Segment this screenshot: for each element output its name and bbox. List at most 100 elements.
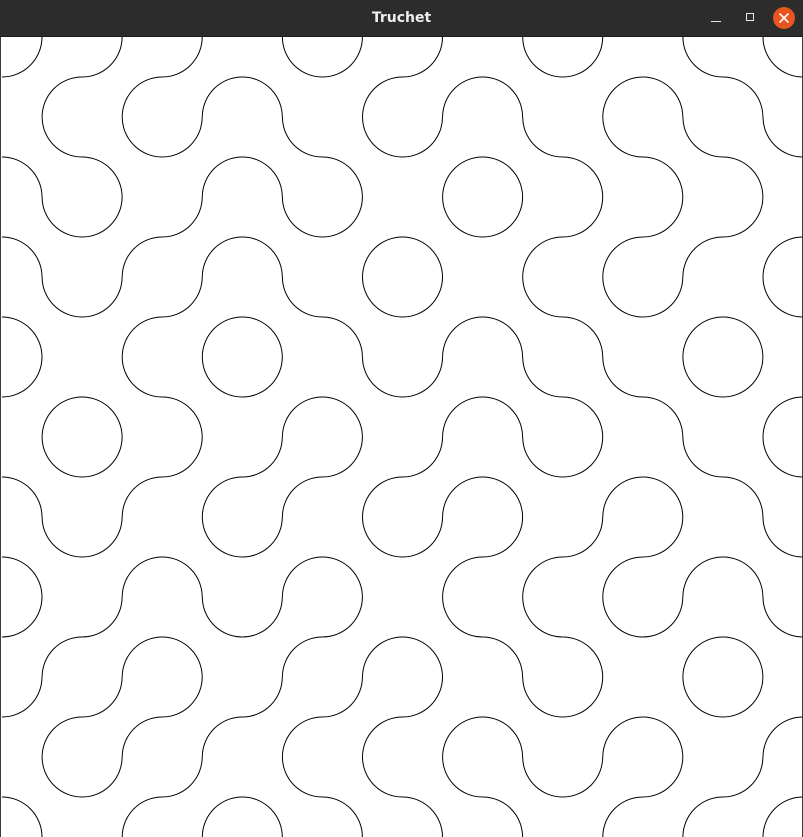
truchet-tile <box>242 196 323 278</box>
truchet-arc <box>402 356 483 438</box>
truchet-arc <box>2 116 83 198</box>
truchet-arc <box>322 37 403 118</box>
truchet-tile <box>402 196 483 278</box>
truchet-arc <box>322 596 403 678</box>
truchet-arc <box>322 116 403 198</box>
truchet-arc <box>722 436 802 518</box>
truchet-tile <box>722 596 802 678</box>
truchet-arc <box>642 196 723 278</box>
truchet-arc <box>82 756 163 837</box>
truchet-tile <box>722 276 802 358</box>
truchet-tile <box>2 196 83 278</box>
truchet-arc <box>402 196 483 278</box>
truchet-arc <box>2 436 83 518</box>
truchet-tile <box>162 756 243 837</box>
truchet-arc <box>242 596 323 678</box>
truchet-arc <box>242 276 323 358</box>
truchet-arc <box>482 676 563 758</box>
truchet-arc <box>322 676 403 758</box>
truchet-tile <box>2 516 83 598</box>
truchet-tile <box>402 116 483 198</box>
truchet-tile <box>322 356 403 438</box>
truchet-tile <box>242 596 323 678</box>
truchet-arc <box>402 116 483 198</box>
title-bar[interactable]: Truchet <box>0 0 803 37</box>
truchet-tile <box>322 516 403 598</box>
minimize-button[interactable] <box>705 7 727 29</box>
truchet-arc <box>402 596 483 678</box>
truchet-tile <box>322 37 403 118</box>
truchet-tile <box>2 676 83 758</box>
truchet-tile <box>402 436 483 518</box>
truchet-arc <box>642 516 723 598</box>
truchet-arc <box>162 196 243 278</box>
truchet-arc <box>722 196 802 278</box>
truchet-arc <box>642 116 723 198</box>
truchet-arc <box>722 116 802 198</box>
truchet-tile <box>162 196 243 278</box>
truchet-tile <box>2 436 83 518</box>
maximize-button[interactable] <box>739 7 761 29</box>
truchet-tile <box>402 356 483 438</box>
truchet-arc <box>722 676 802 758</box>
truchet-arc <box>2 37 83 118</box>
truchet-arc <box>162 676 243 758</box>
truchet-tile <box>322 676 403 758</box>
truchet-tile <box>82 596 163 678</box>
truchet-tile <box>562 276 643 358</box>
truchet-arc <box>162 516 243 598</box>
minimize-icon <box>711 21 721 22</box>
truchet-tile <box>722 196 802 278</box>
truchet-tile <box>162 516 243 598</box>
truchet-tile <box>242 756 323 837</box>
truchet-tile <box>402 756 483 837</box>
truchet-tile <box>2 116 83 198</box>
drawing-canvas <box>0 37 803 837</box>
truchet-tile <box>242 436 323 518</box>
truchet-tile <box>2 756 83 837</box>
truchet-arc <box>82 596 163 678</box>
truchet-tile <box>82 676 163 758</box>
truchet-arc <box>642 676 723 758</box>
truchet-arc <box>242 196 323 278</box>
truchet-tile <box>562 436 643 518</box>
close-icon <box>779 13 789 23</box>
truchet-arc <box>82 436 163 518</box>
truchet-tile <box>722 756 802 837</box>
truchet-arc <box>562 676 643 758</box>
truchet-arc <box>562 436 643 518</box>
truchet-tile <box>722 356 802 438</box>
truchet-tile <box>642 436 723 518</box>
truchet-arc <box>642 436 723 518</box>
truchet-arc <box>402 276 483 358</box>
truchet-arc <box>242 676 323 758</box>
truchet-arc <box>242 436 323 518</box>
truchet-arc <box>2 756 83 837</box>
truchet-tile <box>82 756 163 837</box>
truchet-arc <box>322 196 403 278</box>
truchet-arc <box>722 756 802 837</box>
truchet-arc <box>162 436 243 518</box>
truchet-tile <box>642 356 723 438</box>
truchet-tile <box>322 596 403 678</box>
truchet-tile <box>642 756 723 837</box>
truchet-arc <box>402 436 483 518</box>
truchet-tile <box>562 676 643 758</box>
truchet-tile <box>162 356 243 438</box>
truchet-arc <box>642 276 723 358</box>
truchet-arc <box>162 37 243 118</box>
truchet-tile <box>162 116 243 198</box>
truchet-arc <box>242 116 323 198</box>
truchet-tile <box>402 276 483 358</box>
truchet-tile <box>482 756 563 837</box>
truchet-arc <box>2 596 83 678</box>
truchet-arc <box>162 756 243 837</box>
truchet-arc <box>482 276 563 358</box>
truchet-arc <box>482 356 563 438</box>
truchet-arc <box>562 276 643 358</box>
truchet-arc <box>82 356 163 438</box>
truchet-tile <box>242 356 323 438</box>
truchet-tile <box>482 436 563 518</box>
close-button[interactable] <box>773 7 795 29</box>
truchet-arc <box>322 356 403 438</box>
